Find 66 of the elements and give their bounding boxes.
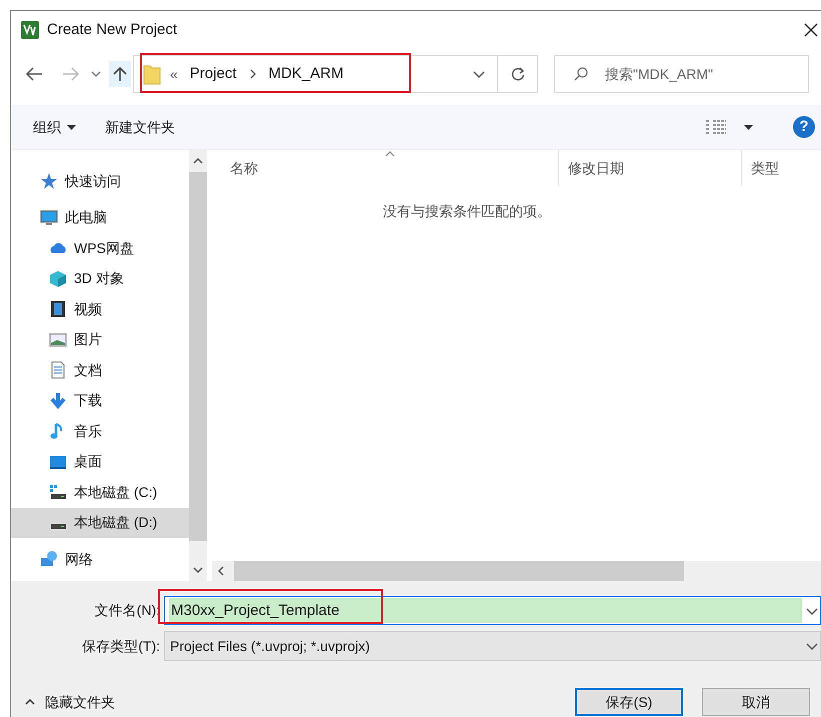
network-icon — [40, 550, 58, 568]
view-list-icon[interactable] — [706, 120, 726, 134]
nav-item[interactable]: 本地磁盘 (C:) — [11, 477, 189, 508]
dialog-button[interactable]: 保存(S) — [575, 688, 683, 716]
organize-menu[interactable]: 组织 — [33, 116, 76, 138]
sort-caret-icon — [385, 151, 395, 157]
file-type-select[interactable]: Project Files (*.uvproj; *.uvprojx) — [164, 631, 821, 661]
scroll-down-icon[interactable] — [193, 567, 203, 573]
star-icon — [40, 172, 58, 190]
nav-item[interactable]: 快速访问 — [11, 166, 189, 196]
nav-item[interactable]: 网络 — [11, 544, 189, 574]
up-button[interactable] — [109, 61, 131, 87]
chevron-down-icon[interactable] — [473, 70, 485, 78]
chevron-down-icon[interactable] — [91, 71, 101, 77]
search-field[interactable]: 搜索"MDK_ARM" — [554, 55, 809, 93]
drive-icon — [50, 524, 66, 530]
scrollbar[interactable] — [189, 150, 207, 581]
hide-folders-toggle[interactable]: 隐藏文件夹 — [25, 692, 115, 712]
film-icon — [49, 300, 67, 318]
column-header[interactable]: 修改日期 — [559, 150, 742, 186]
nav-item[interactable]: 视频 — [11, 294, 189, 324]
cube-icon — [49, 270, 67, 288]
search-icon — [574, 67, 588, 81]
scrollbar[interactable] — [212, 561, 821, 581]
window-title: Create New Project — [47, 20, 178, 40]
breadcrumb-item[interactable]: MDK_ARM — [268, 62, 344, 86]
column-header[interactable]: 类型 — [742, 150, 821, 186]
scroll-left-icon[interactable] — [218, 566, 224, 576]
nav-item[interactable]: 此电脑 — [11, 202, 189, 233]
nav-item[interactable]: 音乐 — [11, 416, 189, 446]
drive-icon — [49, 483, 67, 502]
field-label: 文件名(N): — [94, 600, 161, 620]
dialog-button[interactable]: 取消 — [702, 688, 810, 716]
back-icon[interactable] — [25, 67, 43, 81]
breadcrumb-item[interactable]: Project — [190, 62, 236, 86]
nav-item[interactable]: WPS网盘 — [11, 233, 189, 264]
chevron-down-icon[interactable] — [806, 608, 818, 614]
monitor-icon — [40, 208, 58, 227]
empty-message: 没有与搜索条件匹配的项。 — [382, 202, 552, 221]
up-arrow-icon — [113, 66, 127, 82]
refresh-icon[interactable] — [510, 67, 524, 81]
scroll-up-icon[interactable] — [193, 158, 203, 164]
help-button[interactable]: ? — [793, 116, 815, 138]
chevron-down-icon — [806, 643, 818, 650]
nav-item[interactable]: 本地磁盘 (D:) — [11, 508, 189, 538]
nav-item[interactable]: 下载 — [11, 386, 189, 416]
filename-field[interactable]: M30xx_Project_Template — [164, 596, 821, 624]
address-bar[interactable]: « Project MDK_ARM — [133, 55, 538, 93]
chevron-up-icon — [25, 699, 35, 705]
nav-item[interactable]: 文档 — [11, 355, 189, 386]
nav-item[interactable]: 图片 — [11, 324, 189, 355]
caret-down-icon[interactable] — [744, 124, 753, 130]
column-header[interactable]: 名称 — [212, 150, 559, 186]
nav-item[interactable]: 3D 对象 — [11, 264, 189, 294]
nav-item[interactable]: 桌面 — [11, 446, 189, 477]
overflow-chevron[interactable]: « — [170, 64, 178, 84]
app-logo-icon — [21, 21, 39, 39]
new-folder-button[interactable]: 新建文件夹 — [105, 116, 175, 138]
chevron-right-icon — [250, 69, 256, 79]
image-icon — [49, 330, 67, 349]
download-arrow-icon — [49, 392, 67, 410]
folder-icon — [143, 63, 161, 85]
close-icon[interactable] — [804, 23, 818, 37]
document-icon — [49, 361, 67, 380]
field-label: 保存类型(T): — [81, 636, 161, 656]
caret-down-icon — [67, 124, 76, 130]
